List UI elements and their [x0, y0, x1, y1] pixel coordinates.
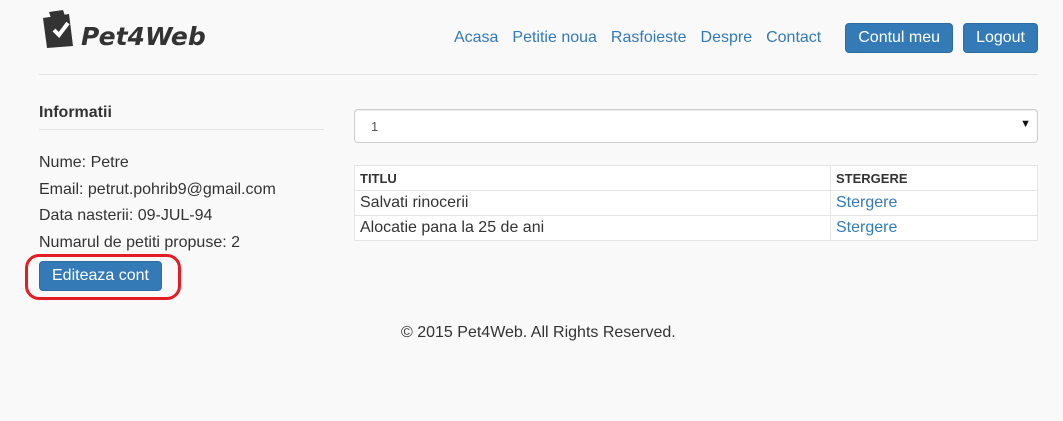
nav-link-despre[interactable]: Despre — [701, 29, 753, 47]
edit-account-button[interactable]: Editeaza cont — [39, 261, 162, 291]
petition-icon — [43, 9, 73, 48]
info-petition-count: Numarul de petiti propuse: 2 — [39, 233, 240, 251]
table-row: Alocatie pana la 25 de ani Stergere — [354, 215, 1038, 241]
petition-select[interactable]: 1 ▼ — [354, 109, 1038, 143]
nav-link-petitie-noua[interactable]: Petitie noua — [512, 29, 597, 47]
info-name: Nume: Petre — [39, 154, 129, 171]
footer-copyright: © 2015 Pet4Web. All Rights Reserved. — [401, 324, 676, 341]
nav-link-rasfoieste[interactable]: Rasfoieste — [611, 29, 687, 47]
info-email: Email: petrut.pohrib9@gmail.com — [39, 180, 276, 198]
table-header-row: TITLU STERGERE — [354, 165, 1038, 191]
column-header-delete: STERGERE — [830, 165, 1038, 191]
nav-link-contact[interactable]: Contact — [766, 29, 821, 47]
logout-button[interactable]: Logout — [963, 23, 1038, 53]
info-list: Nume: Petre Email: petrut.pohrib9@gmail.… — [39, 150, 324, 256]
nav-link-acasa[interactable]: Acasa — [454, 29, 498, 47]
column-header-title: TITLU — [354, 165, 831, 191]
main-nav: Acasa Petitie noua Rasfoieste Despre Con… — [454, 23, 1038, 53]
delete-link[interactable]: Stergere — [836, 194, 897, 211]
info-title: Informatii — [39, 104, 324, 130]
main-content: 1 ▼ TITLU STERGERE Salvati rinocerii Ste… — [354, 109, 1038, 241]
table-row: Salvati rinocerii Stergere — [354, 190, 1038, 216]
highlight-annotation: Editeaza cont — [25, 254, 181, 300]
header: Pet4Web Acasa Petitie noua Rasfoieste De… — [39, 0, 1038, 75]
petition-title: Alocatie pana la 25 de ani — [354, 215, 831, 241]
account-button[interactable]: Contul meu — [845, 23, 954, 53]
info-panel: Informatii Nume: Petre Email: petrut.poh… — [25, 104, 324, 300]
info-birthdate: Data nasterii: 09-JUL-94 — [39, 207, 213, 224]
petition-title: Salvati rinocerii — [354, 190, 831, 216]
dropdown-arrow-icon: ▼ — [1020, 118, 1031, 130]
brand-logo[interactable]: Pet4Web — [39, 8, 206, 51]
delete-link[interactable]: Stergere — [836, 219, 897, 236]
select-value: 1 — [371, 119, 379, 134]
brand-name: Pet4Web — [81, 22, 206, 51]
petitions-table: TITLU STERGERE Salvati rinocerii Sterger… — [354, 165, 1038, 241]
